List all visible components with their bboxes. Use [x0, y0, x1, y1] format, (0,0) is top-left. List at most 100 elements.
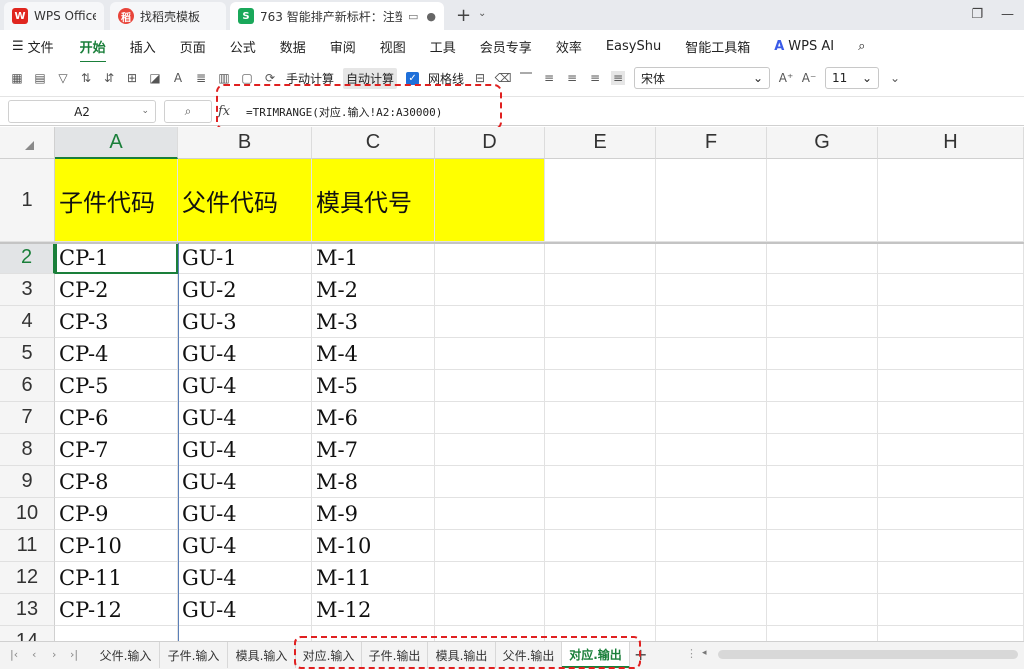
search-icon[interactable]: ⌕: [858, 39, 865, 54]
cell[interactable]: CP-10: [55, 530, 178, 562]
cell[interactable]: [545, 242, 656, 274]
auto-calc-button[interactable]: 自动计算: [343, 67, 398, 89]
cell[interactable]: M-9: [312, 498, 435, 530]
cell[interactable]: M-2: [312, 274, 435, 306]
cell[interactable]: [435, 306, 545, 338]
freeze-panes-icon[interactable]: ▥: [217, 71, 231, 85]
cell[interactable]: GU-4: [178, 466, 312, 498]
cell[interactable]: [656, 274, 767, 306]
increase-font-icon[interactable]: A⁺: [779, 71, 794, 85]
cell[interactable]: [545, 626, 656, 641]
select-all-corner[interactable]: [0, 127, 55, 159]
filter-icon[interactable]: ▽: [56, 71, 70, 85]
column-header[interactable]: E: [545, 127, 656, 159]
cell[interactable]: GU-1: [178, 242, 312, 274]
more-options-icon[interactable]: ⌄: [888, 71, 902, 85]
cell[interactable]: GU-4: [178, 434, 312, 466]
fill-color-icon[interactable]: ◪: [148, 71, 162, 85]
menu-formula[interactable]: 公式: [230, 37, 256, 56]
minimize-window-icon[interactable]: —: [1001, 7, 1014, 22]
row-header[interactable]: 11: [0, 530, 55, 562]
cell[interactable]: [767, 274, 878, 306]
align-left-icon[interactable]: ≡: [542, 71, 556, 85]
cell[interactable]: CP-12: [55, 594, 178, 626]
cell[interactable]: [878, 306, 1024, 338]
row-header[interactable]: 9: [0, 466, 55, 498]
column-header[interactable]: D: [435, 127, 545, 159]
sheet-tab[interactable]: 对应.输入: [296, 642, 362, 668]
sheet-tab[interactable]: 父件.输出: [496, 642, 562, 668]
cell[interactable]: CP-3: [55, 306, 178, 338]
cell[interactable]: [545, 402, 656, 434]
cell[interactable]: M-5: [312, 370, 435, 402]
cell[interactable]: [545, 159, 656, 242]
decrease-font-icon[interactable]: A⁻: [802, 71, 817, 85]
cell[interactable]: [878, 626, 1024, 641]
cell[interactable]: [656, 370, 767, 402]
insert-cells-icon[interactable]: ⊟: [473, 71, 487, 85]
cell[interactable]: [656, 402, 767, 434]
menu-review[interactable]: 审阅: [330, 37, 356, 56]
cell[interactable]: GU-3: [178, 306, 312, 338]
cell[interactable]: [878, 466, 1024, 498]
cell[interactable]: [767, 370, 878, 402]
cell[interactable]: [435, 562, 545, 594]
menu-page[interactable]: 页面: [180, 37, 206, 56]
name-box[interactable]: A2 ⌄: [8, 100, 156, 123]
cell[interactable]: [767, 402, 878, 434]
cell[interactable]: [656, 498, 767, 530]
last-sheet-icon[interactable]: ›|: [70, 648, 78, 661]
cell[interactable]: [767, 466, 878, 498]
restore-window-icon[interactable]: ❐: [971, 7, 983, 22]
cell[interactable]: M-3: [312, 306, 435, 338]
cell[interactable]: [435, 530, 545, 562]
formula-input[interactable]: =TRIMRANGE(对应.输入!A2:A30000): [246, 104, 442, 120]
cell[interactable]: [878, 242, 1024, 274]
cell[interactable]: [878, 159, 1024, 242]
cell[interactable]: [435, 434, 545, 466]
row-header[interactable]: 1: [0, 159, 55, 242]
more-sheets-icon[interactable]: ⋮: [686, 647, 697, 660]
tab-wps-office[interactable]: W WPS Office: [4, 2, 104, 30]
cell[interactable]: 父件代码: [178, 159, 312, 242]
cell[interactable]: [767, 159, 878, 242]
cell[interactable]: [656, 594, 767, 626]
new-tab-icon[interactable]: +: [456, 5, 471, 26]
cell[interactable]: CP-9: [55, 498, 178, 530]
cell[interactable]: [435, 466, 545, 498]
cell[interactable]: 模具代号: [312, 159, 435, 242]
cell[interactable]: CP-5: [55, 370, 178, 402]
sheet-tab[interactable]: 子件.输出: [362, 642, 428, 668]
column-header[interactable]: B: [178, 127, 312, 159]
cell[interactable]: GU-4: [178, 498, 312, 530]
add-sheet-icon[interactable]: +: [634, 645, 647, 664]
cell[interactable]: CP-2: [55, 274, 178, 306]
cell[interactable]: [545, 434, 656, 466]
align-right-icon[interactable]: ≡: [588, 71, 602, 85]
column-header[interactable]: H: [878, 127, 1024, 159]
format-painter-icon[interactable]: ▦: [10, 71, 24, 85]
cell[interactable]: [435, 370, 545, 402]
cell[interactable]: M-7: [312, 434, 435, 466]
row-header[interactable]: 6: [0, 370, 55, 402]
row-header[interactable]: 2: [0, 242, 55, 274]
cell[interactable]: [545, 530, 656, 562]
cell[interactable]: CP-6: [55, 402, 178, 434]
font-color-icon[interactable]: A: [171, 71, 185, 85]
cell[interactable]: [656, 242, 767, 274]
cell[interactable]: M-1: [312, 242, 435, 274]
cell[interactable]: GU-2: [178, 274, 312, 306]
cell[interactable]: [545, 498, 656, 530]
menu-home[interactable]: 开始: [79, 37, 106, 63]
cell[interactable]: [878, 594, 1024, 626]
font-size-select[interactable]: 11 ⌄: [825, 67, 880, 89]
border-icon[interactable]: ⊞: [125, 71, 139, 85]
cell[interactable]: [767, 594, 878, 626]
chevron-down-icon[interactable]: ⌄: [478, 8, 486, 19]
cell[interactable]: [767, 242, 878, 274]
cell[interactable]: [178, 626, 312, 641]
menu-tools[interactable]: 工具: [430, 37, 456, 56]
menu-wps-ai[interactable]: A WPS AI: [774, 39, 834, 54]
cell[interactable]: [767, 338, 878, 370]
row-header[interactable]: 8: [0, 434, 55, 466]
